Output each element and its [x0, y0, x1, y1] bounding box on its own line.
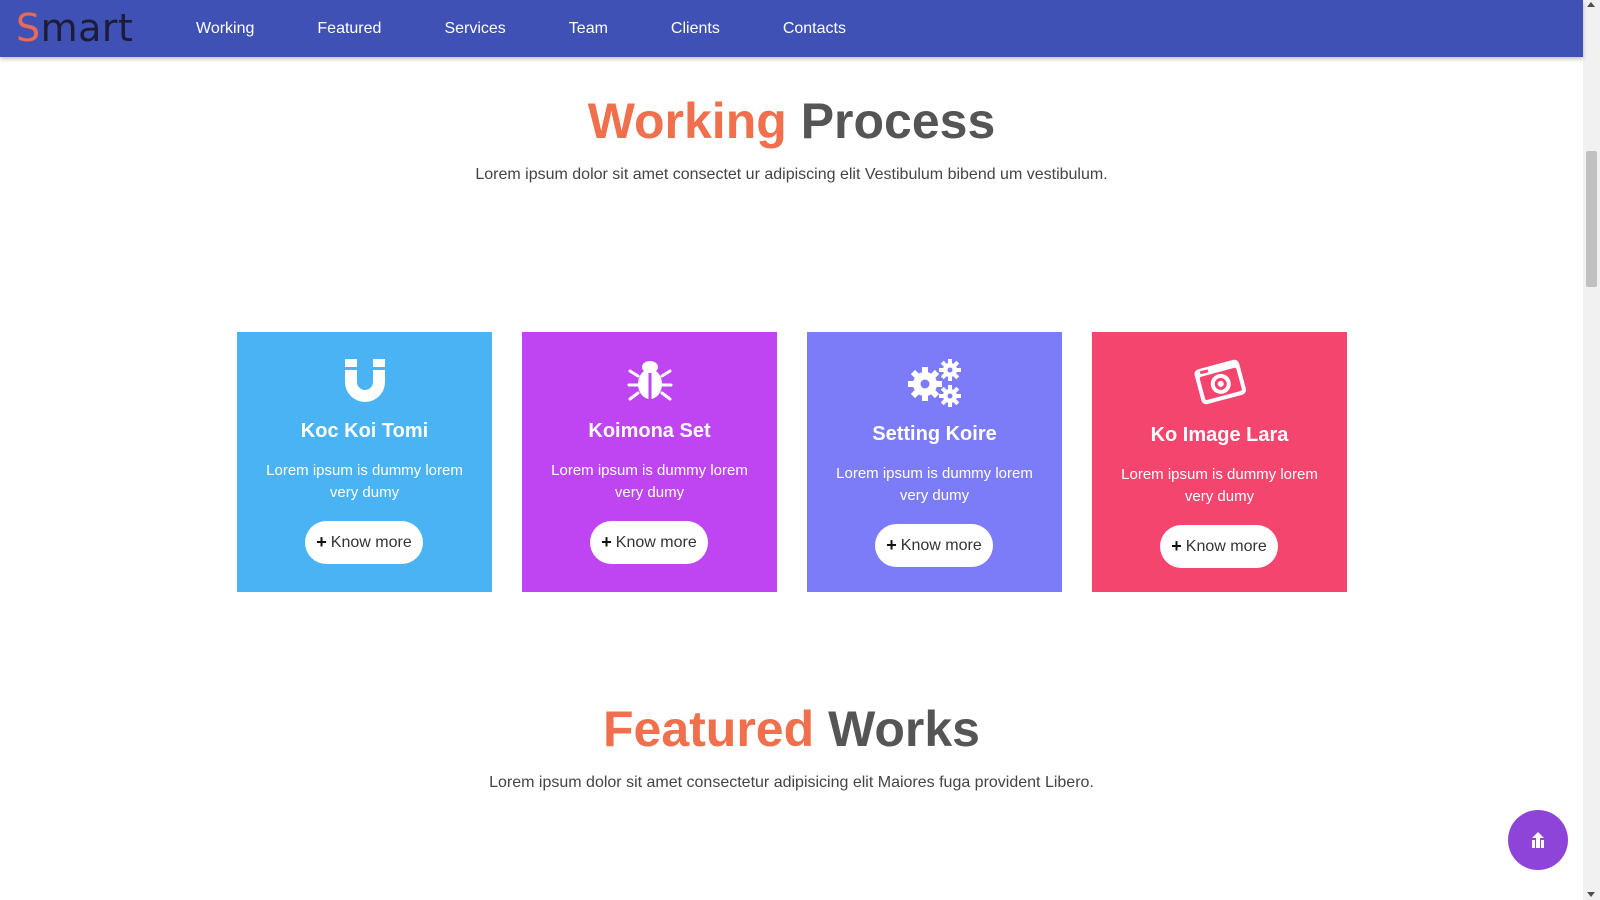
featured-works-title: Featured Works — [0, 700, 1583, 758]
camera-icon — [1092, 354, 1347, 406]
card-text: Lorem ipsum is dummy lorem very dumy — [266, 462, 463, 501]
card-title: Setting Koire — [872, 423, 997, 445]
bug-icon — [522, 356, 777, 408]
featured-works-subtitle: Lorem ipsum dolor sit amet consectetur a… — [489, 774, 1094, 791]
brand-logo-initial: S — [16, 6, 41, 50]
brand-logo[interactable]: Smart — [16, 6, 133, 50]
plus-icon: + — [1171, 536, 1182, 556]
page-scrollbar[interactable] — [1583, 0, 1600, 900]
know-more-label: Know more — [615, 533, 697, 551]
gears-icon — [807, 356, 1062, 408]
nav-item-services[interactable]: Services — [444, 0, 505, 57]
know-more-label: Know more — [900, 536, 982, 554]
know-more-button[interactable]: + Know more — [875, 524, 993, 567]
card-title: Koimona Set — [588, 420, 711, 442]
nav-item-team[interactable]: Team — [569, 0, 608, 57]
know-more-label: Know more — [1185, 537, 1267, 555]
scroll-thumb[interactable] — [1586, 151, 1597, 287]
navbar: Smart Working Featured Services Team Cli… — [0, 0, 1583, 57]
scroll-up-arrow-icon[interactable] — [1587, 2, 1595, 7]
nav-item-featured[interactable]: Featured — [317, 0, 381, 57]
magnet-icon — [237, 356, 492, 408]
scroll-down-arrow-icon[interactable] — [1587, 892, 1595, 897]
card-text: Lorem ipsum is dummy lorem very dumy — [1121, 466, 1318, 505]
back-to-top-button[interactable] — [1508, 810, 1568, 870]
plus-icon: + — [316, 532, 327, 552]
working-process-subtitle: Lorem ipsum dolor sit amet consectet ur … — [475, 166, 1108, 183]
working-title-rest: Process — [800, 93, 996, 149]
know-more-button[interactable]: + Know more — [590, 521, 708, 564]
know-more-button[interactable]: + Know more — [305, 521, 423, 564]
process-card: Ko Image Lara Lorem ipsum is dummy lorem… — [1092, 332, 1347, 592]
card-text: Lorem ipsum is dummy lorem very dumy — [551, 462, 748, 501]
nav-item-working[interactable]: Working — [196, 0, 254, 57]
featured-title-rest: Works — [828, 701, 980, 757]
card-title: Koc Koi Tomi — [300, 420, 429, 442]
process-cards: Koc Koi Tomi Lorem ipsum is dummy lorem … — [237, 332, 1377, 592]
double-arrow-up-icon — [1532, 832, 1544, 848]
nav-item-clients[interactable]: Clients — [671, 0, 720, 57]
card-text: Lorem ipsum is dummy lorem very dumy — [836, 465, 1033, 504]
process-card: Koc Koi Tomi Lorem ipsum is dummy lorem … — [237, 332, 492, 592]
plus-icon: + — [886, 535, 897, 555]
process-card: Koimona Set Lorem ipsum is dummy lorem v… — [522, 332, 777, 592]
know-more-button[interactable]: + Know more — [1160, 525, 1278, 568]
plus-icon: + — [601, 532, 612, 552]
know-more-label: Know more — [330, 533, 412, 551]
brand-logo-rest: mart — [40, 6, 134, 50]
working-process-title: Working Process — [0, 92, 1583, 150]
nav-links: Working Featured Services Team Clients C… — [196, 0, 909, 57]
process-card: Setting Koire Lorem ipsum is dummy lorem… — [807, 332, 1062, 592]
nav-item-contacts[interactable]: Contacts — [783, 0, 846, 57]
working-title-accent: Working — [587, 93, 787, 149]
card-title: Ko Image Lara — [1150, 424, 1289, 446]
featured-title-accent: Featured — [603, 701, 815, 757]
